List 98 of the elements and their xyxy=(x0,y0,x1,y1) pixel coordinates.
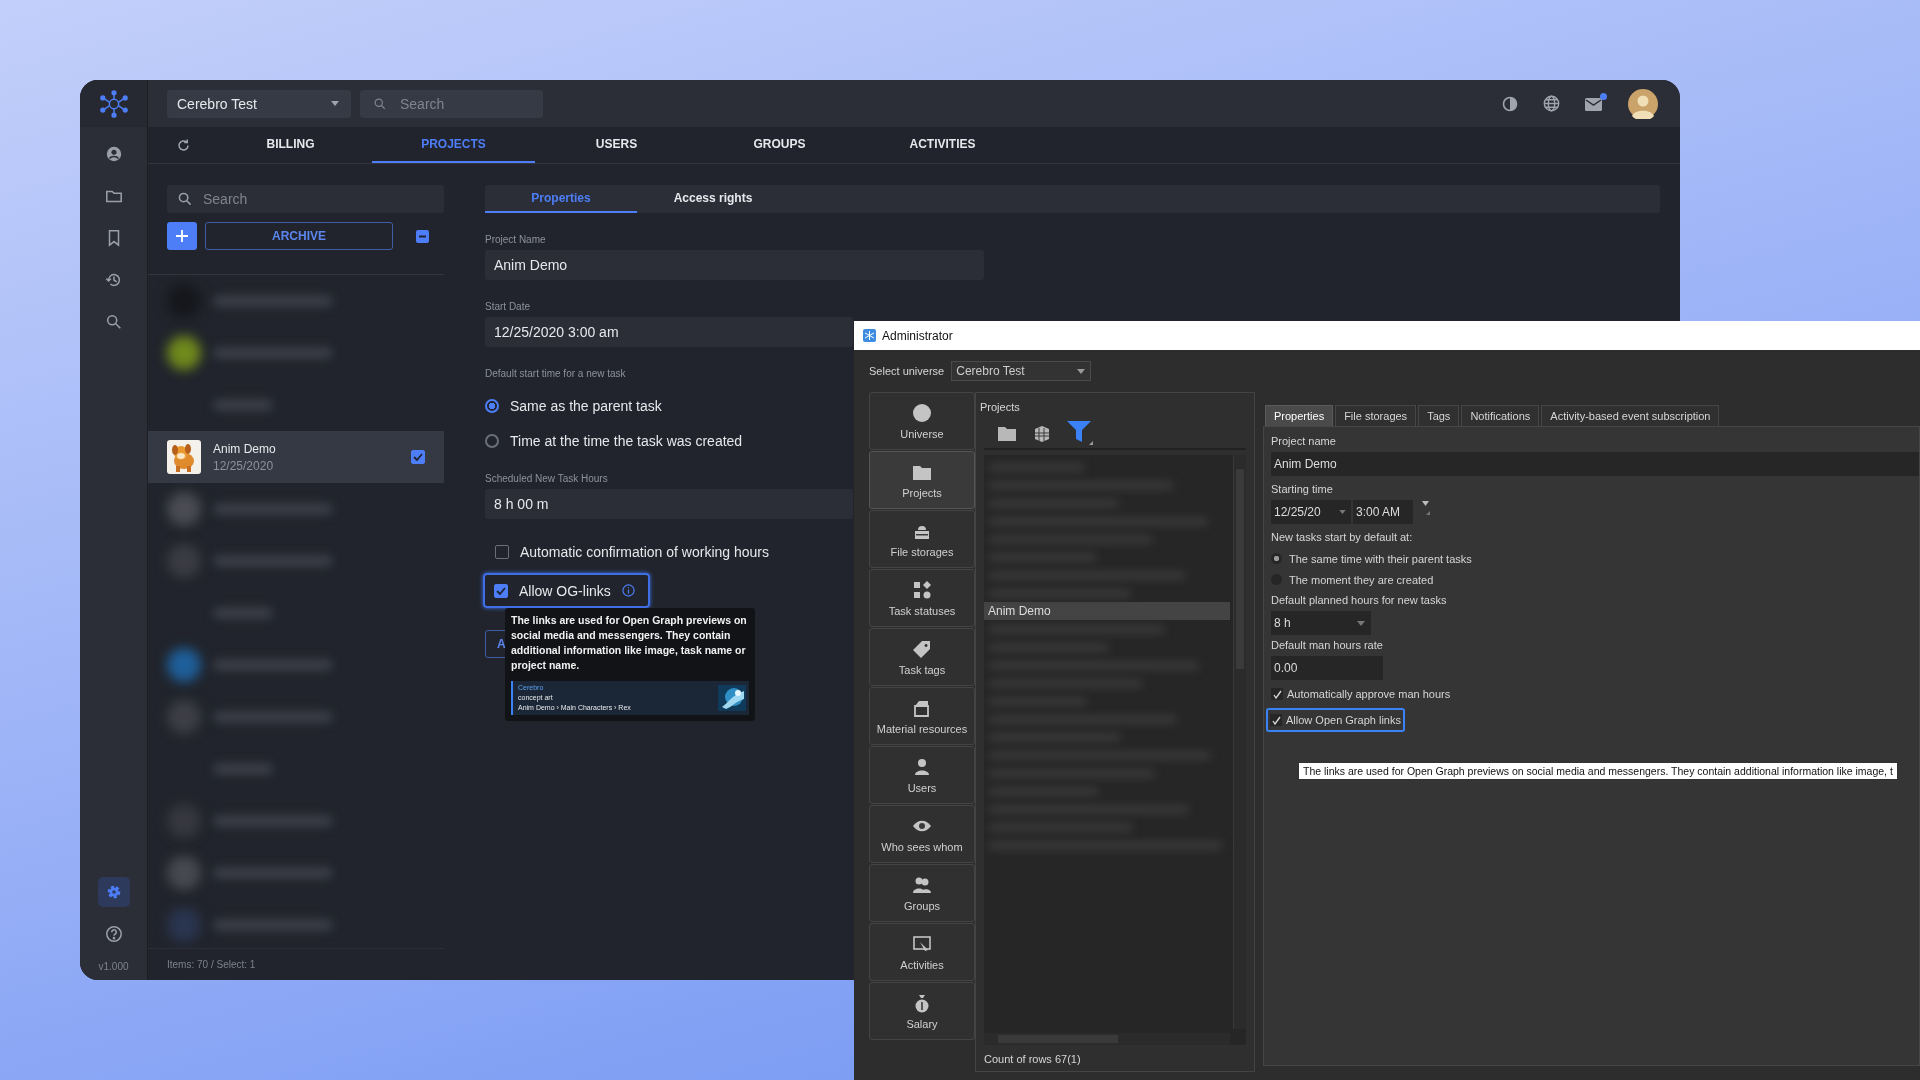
project-name: Anim Demo xyxy=(213,441,277,456)
checkbox[interactable] xyxy=(494,583,508,598)
radio-option[interactable]: Same as the parent task xyxy=(485,388,662,423)
info-icon[interactable] xyxy=(621,584,635,597)
universe-label: Select universe xyxy=(869,365,945,377)
checkbox-option[interactable]: Automatically approve man hours xyxy=(1271,684,1451,704)
radio[interactable] xyxy=(485,398,499,413)
add-button[interactable] xyxy=(167,222,197,250)
globe-icon[interactable] xyxy=(1543,95,1560,112)
collapse-icon[interactable] xyxy=(416,229,429,243)
field-label: Default man hours rate xyxy=(1271,639,1383,651)
version-label: v1.000 xyxy=(98,961,129,972)
tab[interactable]: Properties xyxy=(485,185,637,213)
panel-title: Projects xyxy=(980,401,1021,413)
start-date-field[interactable]: 12/25/2020 3:00 am xyxy=(485,317,853,347)
field-label: Default start time for a new task xyxy=(485,368,626,379)
checkbox-label: Allow OG-links xyxy=(519,582,611,599)
checkbox-label: Automatic confirmation of working hours xyxy=(520,544,769,560)
nav-button[interactable]: Universe xyxy=(869,392,975,450)
row-count: Count of rows 67(1) xyxy=(984,1053,1082,1065)
field-label: Default planned hours for new tasks xyxy=(1271,594,1447,606)
nav-button[interactable]: Salary xyxy=(869,982,975,1040)
search-icon xyxy=(178,192,192,206)
field-label: Start Date xyxy=(485,301,531,312)
nav-tab[interactable]: ACTIVITIES xyxy=(861,127,1024,163)
radio-option[interactable]: The same time with their parent tasks xyxy=(1271,548,1472,569)
caret-icon xyxy=(1077,368,1086,374)
project-name-field[interactable]: Anim Demo xyxy=(1271,452,1919,476)
archive-button[interactable]: ARCHIVE xyxy=(205,222,393,250)
folder-icon[interactable] xyxy=(998,425,1016,441)
tooltip-text: The links are used for Open Graph previews on social media and messengers. They contain additional information like image, task name or project name. xyxy=(511,613,748,673)
refresh-icon[interactable] xyxy=(176,137,191,153)
statuses-icon xyxy=(912,579,932,600)
nav-tab[interactable]: GROUPS xyxy=(698,127,861,163)
caret-icon xyxy=(1357,620,1365,626)
avatar[interactable] xyxy=(1628,88,1658,119)
hours-field[interactable]: 8 h 00 m xyxy=(485,489,853,519)
date-field[interactable]: 12/25/20 xyxy=(1271,500,1351,524)
field-label: Project name xyxy=(1271,435,1336,447)
users-icon xyxy=(912,756,932,777)
settings-icon[interactable] xyxy=(97,877,130,907)
tags-icon xyxy=(912,638,932,659)
status-text: Items: 70 / Select: 1 xyxy=(166,958,257,972)
radio[interactable] xyxy=(1271,553,1282,564)
nav-button[interactable]: Projects xyxy=(869,451,975,509)
project-name-field[interactable]: Anim Demo xyxy=(485,250,984,280)
dropdown-icon[interactable] xyxy=(1421,500,1431,516)
universe-dropdown[interactable]: Cerebro Test xyxy=(951,361,1092,381)
field-label: Scheduled New Task Hours xyxy=(485,473,608,484)
nav-button[interactable]: Task statuses xyxy=(869,569,975,627)
caret-icon xyxy=(1339,510,1346,514)
field-label: New tasks start by default at: xyxy=(1271,531,1413,543)
tab[interactable]: Activity-based event subscription xyxy=(1541,405,1720,426)
universe-dropdown[interactable]: Cerebro Test xyxy=(167,89,351,118)
nav-button[interactable]: Users xyxy=(869,746,975,804)
activities-icon xyxy=(912,933,932,954)
search-field[interactable]: Search xyxy=(167,185,444,213)
field-label: Project Name xyxy=(485,234,546,245)
universe-icon xyxy=(912,402,932,423)
nav-button[interactable]: Activities xyxy=(869,923,975,981)
og-links-option[interactable]: Allow OG-links xyxy=(483,573,650,608)
nav-tab[interactable]: PROJECTS xyxy=(372,127,535,163)
filter-icon[interactable] xyxy=(1067,421,1093,445)
nav-button[interactable]: File storages xyxy=(869,510,975,568)
plus-icon xyxy=(176,230,188,242)
nav-button[interactable]: Who sees whom xyxy=(869,805,975,863)
caret-icon xyxy=(331,101,339,106)
rate-field[interactable]: 0.00 xyxy=(1271,656,1383,680)
nav-button[interactable]: Groups xyxy=(869,864,975,922)
tab[interactable]: Notifications xyxy=(1461,405,1540,426)
app-icon xyxy=(863,329,876,342)
tab[interactable]: Properties xyxy=(1265,405,1334,426)
logo-icon xyxy=(99,89,128,118)
tab[interactable]: File storages xyxy=(1335,405,1417,426)
time-field[interactable]: 3:00 AM xyxy=(1353,500,1413,524)
checkbox[interactable] xyxy=(495,545,509,559)
checkbox[interactable] xyxy=(411,450,425,464)
contrast-icon[interactable] xyxy=(1502,95,1518,112)
field-label: Starting time xyxy=(1271,483,1333,495)
tooltip: The links are used for Open Graph previews on social media and messengers. They contain additional information like image, t xyxy=(1298,762,1898,780)
radio[interactable] xyxy=(485,433,499,448)
nav-tab[interactable]: BILLING xyxy=(209,127,372,163)
radio-option[interactable]: The moment they are created xyxy=(1271,569,1434,590)
radio-option[interactable]: Time at the time the task was created xyxy=(485,423,743,458)
project-row[interactable]: Anim Demo 12/25/2020 xyxy=(148,431,444,483)
nav-button[interactable]: Task tags xyxy=(869,628,975,686)
search-icon xyxy=(374,97,386,110)
cube-icon[interactable] xyxy=(1033,424,1050,442)
tab[interactable]: Tags xyxy=(1418,405,1460,426)
nav-button[interactable]: Material resources xyxy=(869,687,975,745)
nav-tab[interactable]: USERS xyxy=(535,127,698,163)
search-field[interactable]: Search xyxy=(360,89,543,118)
checkbox-option[interactable]: Allow Open Graph links xyxy=(1266,708,1405,732)
tab[interactable]: Access rights xyxy=(637,185,789,213)
window-title: Administrator xyxy=(882,328,953,343)
planned-hours-field[interactable]: 8 h xyxy=(1271,611,1371,635)
project-row[interactable]: Anim Demo xyxy=(984,602,1230,620)
project-date: 12/25/2020 xyxy=(213,458,275,473)
